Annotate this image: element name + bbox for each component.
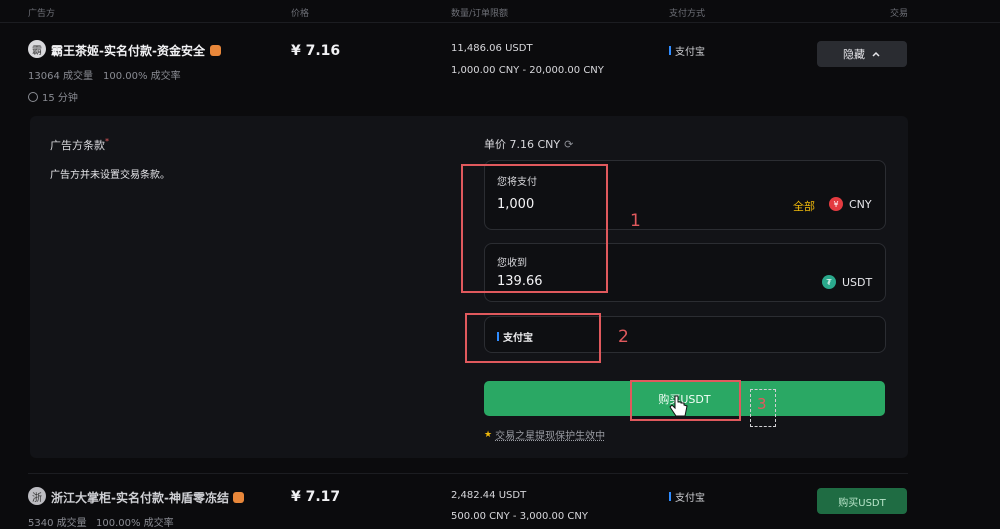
usdt-currency-icon: ₮ <box>822 275 836 289</box>
divider <box>28 473 908 474</box>
receive-currency: USDT <box>842 276 873 289</box>
listing-row: 浙 浙江大掌柜-实名付款-神盾零冻结 5340 成交量 100.00% 成交率 … <box>0 475 1000 529</box>
order-limit: 1,000.00 CNY - 20,000.00 CNY <box>451 65 604 76</box>
available-quantity: 11,486.06 USDT <box>451 43 533 54</box>
price: ¥ 7.17 <box>291 489 341 505</box>
table-header: 广告方 价格 数量/订单限额 支付方式 交易 <box>0 0 1000 22</box>
all-button[interactable]: 全部 <box>793 198 815 214</box>
completion-rate: 100.00% 成交率 <box>103 71 181 82</box>
verified-badge-icon <box>210 45 221 56</box>
payment-time-text: 15 分钟 <box>42 93 78 104</box>
avatar: 霸 <box>28 40 46 58</box>
cny-currency-icon: ¥ <box>829 197 843 211</box>
col-payment: 支付方式 <box>669 9 706 19</box>
hand-cursor-icon <box>669 395 688 417</box>
col-quantity: 数量/订单限额 <box>451 9 509 19</box>
clock-icon <box>28 91 38 102</box>
trade-count: 13064 成交量 <box>28 71 93 82</box>
order-limit: 500.00 CNY - 3,000.00 CNY <box>451 511 588 522</box>
payment-time: 15 分钟 <box>28 89 78 104</box>
payment-bar-icon <box>669 46 671 55</box>
refresh-icon[interactable]: ⟳ <box>564 138 573 151</box>
buy-usdt-button[interactable]: 购买USDT <box>817 488 907 514</box>
payment-bar-icon <box>669 492 671 501</box>
col-advertiser: 广告方 <box>28 9 56 19</box>
unit-price: 单价 7.16 CNY ⟳ <box>484 137 574 152</box>
chevron-up-icon <box>872 51 880 57</box>
divider <box>0 22 1000 23</box>
annotation-box-2 <box>465 313 601 363</box>
terms-text: 广告方并未设置交易条款。 <box>50 170 170 181</box>
avatar: 浙 <box>28 487 46 505</box>
completion-rate: 100.00% 成交率 <box>96 518 174 529</box>
payment-method: 支付宝 <box>669 43 705 58</box>
hide-label: 隐藏 <box>843 48 865 61</box>
hide-button[interactable]: 隐藏 <box>817 41 907 67</box>
merchant-name[interactable]: 霸王茶姬-实名付款-资金安全 <box>51 42 205 59</box>
available-quantity: 2,482.44 USDT <box>451 490 527 501</box>
annotation-box-1 <box>461 164 608 293</box>
protection-notice: ★ 交易之星提现保护生效中 <box>484 429 606 443</box>
listing-row: 霸 霸王茶姬-实名付款-资金安全 13064 成交量 100.00% 成交率 1… <box>0 24 1000 114</box>
terms-title: 广告方条款* <box>50 137 109 152</box>
verified-badge-icon <box>233 492 244 503</box>
annotation-label-2: 2 <box>618 327 629 347</box>
merchant-name[interactable]: 浙江大掌柜-实名付款-神盾零冻结 <box>51 489 229 506</box>
col-price: 价格 <box>291 9 310 19</box>
price: ¥ 7.16 <box>291 43 341 59</box>
star-icon: ★ <box>484 429 493 440</box>
annotation-label-3: 3 <box>757 395 767 413</box>
payment-method: 支付宝 <box>669 489 705 504</box>
trade-count: 5340 成交量 <box>28 518 87 529</box>
pay-currency: CNY <box>849 198 872 211</box>
annotation-label-1: 1 <box>630 211 641 231</box>
col-trade: 交易 <box>890 9 909 19</box>
